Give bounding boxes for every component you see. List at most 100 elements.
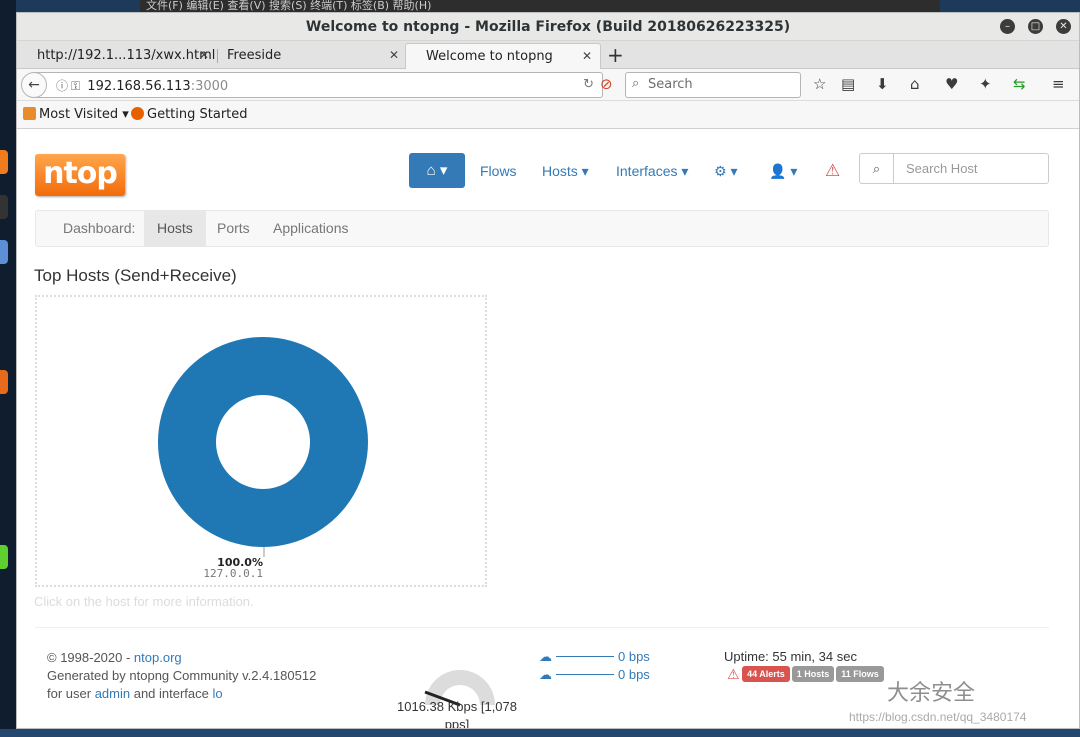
bookmark-label: Most Visited [39, 107, 119, 122]
url-host: 192.168.56.113 [87, 79, 191, 94]
alert-icon: ⚠ [727, 666, 740, 682]
status-badges: ⚠ 44 Alerts 1 Hosts 11 Flows [727, 666, 886, 683]
desktop-dock [0, 0, 16, 737]
nav-hosts-label: Hosts [542, 163, 578, 179]
reading-list-icon[interactable]: ▤ [841, 75, 855, 93]
subnav-applications[interactable]: Applications [260, 211, 362, 246]
chart-hint: Click on the host for more information. [34, 594, 254, 609]
upload-bps: 0 bps [618, 649, 650, 664]
firefox-icon [131, 107, 144, 120]
firefox-window: Welcome to ntopng - Mozilla Firefox (Bui… [16, 12, 1080, 729]
maximize-icon[interactable]: □ [1028, 19, 1043, 34]
nav-toolbar: ⓘ ⚿ 192.168.56.113:3000 ↻ ← ⊘ ⌕ Search ☆ … [17, 69, 1079, 101]
new-tab-button[interactable]: + [607, 43, 624, 67]
titlebar: Welcome to ntopng - Mozilla Firefox (Bui… [17, 13, 1079, 41]
donut-slice[interactable] [157, 337, 368, 547]
nav-interfaces[interactable]: Interfaces ▾ [616, 163, 688, 180]
host-search: ⌕ Search Host [859, 153, 1049, 184]
download-bps: 0 bps [618, 667, 650, 682]
minimize-icon[interactable]: – [1000, 19, 1015, 34]
folder-icon [23, 107, 36, 120]
cloud-upload-icon: ☁ [539, 649, 552, 664]
ntop-org-link[interactable]: ntop.org [134, 650, 182, 665]
close-tab-icon[interactable]: ✕ [582, 49, 592, 63]
tab-label: Welcome to ntopng [426, 49, 553, 64]
footer-info: © 1998-2020 - ntop.org Generated by ntop… [47, 649, 316, 703]
info-icon[interactable]: ⓘ [56, 79, 68, 93]
terminal-menubar: 文件(F) 编辑(E) 查看(V) 搜索(S) 终端(T) 标签(B) 帮助(H… [140, 0, 940, 12]
tab-ntopng[interactable]: Welcome to ntopng ✕ [405, 43, 601, 69]
nav-flows[interactable]: Flows [480, 163, 517, 179]
interface-link[interactable]: lo [213, 686, 223, 701]
alerts-badge[interactable]: 44 Alerts [742, 666, 790, 682]
reload-icon[interactable]: ↻ [583, 77, 594, 92]
watermark-url: https://blog.csdn.net/qq_3480174 [849, 710, 1027, 724]
download-rate: ☁ 0 bps [539, 667, 650, 683]
tab-label: Freeside [227, 48, 282, 63]
user-prefix: for user [47, 686, 95, 701]
watermark-text: 大余安全 [887, 681, 976, 706]
copyright-text: © 1998-2020 - [47, 650, 134, 665]
bookmark-most-visited[interactable]: Most Visited ▾ [23, 107, 129, 122]
home-menu-button[interactable]: ⌂ ▾ [409, 153, 465, 188]
url-bar[interactable]: ⓘ ⚿ 192.168.56.113:3000 ↻ [33, 72, 603, 98]
url-port: :3000 [190, 79, 229, 94]
section-title: Top Hosts (Send+Receive) [34, 266, 237, 285]
subnav-ports[interactable]: Ports [204, 211, 263, 246]
extension-icon[interactable]: ✦ [979, 75, 992, 93]
top-hosts-donut-chart: 100.0%127.0.0.1 [157, 337, 368, 580]
version-text: Generated by ntopng Community v.2.4.1805… [47, 668, 317, 683]
home-icon: ⌂ [426, 162, 436, 179]
throughput-label: 1016.38 Kbps [1,078 pps] [397, 699, 517, 729]
gear-icon: ⚙ [714, 163, 727, 179]
settings-menu[interactable]: ⚙ ▾ [714, 163, 737, 180]
search-placeholder: Search [648, 77, 693, 92]
nav-interfaces-label: Interfaces [616, 163, 678, 179]
tab-freeside[interactable]: Freeside ✕ [207, 43, 407, 69]
pocket-icon[interactable]: ♥ [945, 75, 958, 93]
close-icon[interactable]: ✕ [1056, 19, 1071, 34]
nav-hosts[interactable]: Hosts ▾ [542, 163, 589, 180]
key-icon[interactable]: ⚿ [71, 79, 80, 93]
iface-prefix: and interface [130, 686, 213, 701]
ntop-logo[interactable]: ntop [35, 154, 125, 196]
dock-app-icon[interactable] [0, 370, 8, 394]
close-tab-icon[interactable]: ✕ [389, 48, 399, 62]
proxy-switch-icon[interactable]: ⇆ [1013, 75, 1026, 93]
user-menu[interactable]: 👤 ▾ [769, 163, 797, 180]
user-icon: 👤 [769, 163, 787, 179]
search-input[interactable]: ⌕ Search [625, 72, 801, 98]
dock-app-icon[interactable] [0, 240, 8, 264]
back-button[interactable]: ← [21, 72, 47, 98]
upload-rate: ☁ 0 bps [539, 649, 650, 665]
dock-app-icon[interactable] [0, 545, 8, 569]
subnav-label: Dashboard: [63, 220, 136, 236]
bookmark-getting-started[interactable]: Getting Started [131, 107, 248, 122]
subnav-hosts[interactable]: Hosts [144, 211, 206, 246]
slice-host-label[interactable]: 127.0.0.1 [203, 567, 263, 580]
home-icon[interactable]: ⌂ [910, 75, 920, 93]
uptime-text: Uptime: 55 min, 34 sec [724, 649, 857, 664]
search-host-input[interactable]: Search Host [893, 153, 1049, 184]
download-icon[interactable]: ⬇ [876, 75, 889, 93]
flows-badge[interactable]: 11 Flows [836, 666, 884, 682]
admin-link[interactable]: admin [95, 686, 130, 701]
bookmark-star-icon[interactable]: ☆ [813, 75, 826, 93]
dashboard-subnav: Dashboard: Hosts Ports Applications [35, 210, 1049, 247]
sparkline [556, 674, 614, 675]
search-icon[interactable]: ⌕ [859, 153, 894, 184]
dock-app-icon[interactable] [0, 150, 8, 174]
search-icon: ⌕ [632, 76, 640, 91]
tab-xwx[interactable]: http://192.1...113/xwx.html ✕ [17, 43, 217, 69]
alert-icon[interactable]: ⚠ [825, 161, 840, 181]
ntopng-page: ntop ⌂ ▾ Flows Hosts ▾ Interfaces ▾ ⚙ ▾ … [17, 130, 1079, 729]
tab-bar: http://192.1...113/xwx.html ✕ Freeside ✕… [17, 41, 1079, 69]
noscript-icon[interactable]: ⊘ [600, 75, 613, 93]
bookmarks-toolbar: Most Visited ▾ Getting Started [17, 101, 1079, 129]
sparkline [556, 656, 614, 657]
hosts-badge[interactable]: 1 Hosts [791, 666, 835, 682]
bookmark-label: Getting Started [147, 107, 248, 122]
menu-icon[interactable]: ≡ [1052, 75, 1065, 93]
top-hosts-chart-container: 100.0% 127.0.0.1 [35, 295, 487, 587]
dock-app-icon[interactable] [0, 195, 8, 219]
